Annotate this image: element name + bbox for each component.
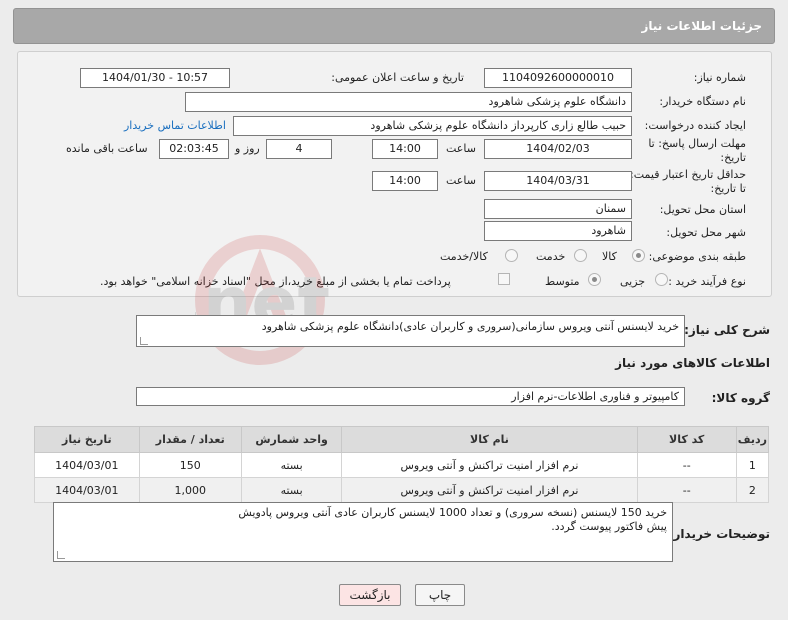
summary-textarea[interactable]: خرید لایسنس آنتی ویروس سازمانی(سروری و ک…	[136, 315, 685, 347]
item-code: --	[636, 452, 737, 478]
time-remaining-field[interactable]: 02:03:45	[159, 139, 229, 159]
item-date: 1404/03/01	[34, 477, 140, 503]
process-option-minor: جزیی	[620, 275, 646, 288]
deadline-date-field[interactable]: 1404/02/03	[484, 139, 632, 159]
col-header-qty: تعداد / مقدار	[138, 426, 242, 453]
price-valid-time-label: ساعت	[446, 174, 476, 187]
col-header-row: ردیف	[735, 426, 770, 453]
time-remaining-label: ساعت باقی مانده	[66, 142, 148, 155]
buyer-notes-line-1: خرید 150 لایسنس (نسخه سروری) و تعداد 100…	[238, 506, 667, 519]
treasury-payment-note: پرداخت تمام یا بخشی از مبلغ خرید،از محل …	[100, 275, 451, 288]
buyer-notes-line-2: پیش فاکتور پیوست گردد.	[551, 520, 667, 533]
city-label: شهر محل تحویل:	[666, 226, 746, 239]
category-label: طبقه بندی موضوعی:	[648, 250, 746, 263]
col-header-date: تاریخ نیاز	[34, 426, 140, 453]
category-option-goods-service: کالا/خدمت	[440, 250, 488, 263]
page-header: جزئیات اطلاعات نیاز	[13, 8, 775, 44]
buyer-org-label: نام دستگاه خریدار:	[659, 95, 746, 108]
deadline-label-1: مهلت ارسال پاسخ: تا	[648, 137, 746, 150]
buyer-notes-label: توضیحات خریدار:	[668, 527, 770, 541]
price-valid-label-2: تا تاریخ:	[710, 182, 746, 195]
buyer-contact-link[interactable]: اطلاعات تماس خریدار	[124, 119, 226, 132]
buyer-notes-resize-handle[interactable]	[57, 551, 65, 559]
goods-table-header: ردیف کد کالا نام کالا واحد شمارش تعداد /…	[34, 426, 770, 453]
category-radio-goods[interactable]	[632, 249, 645, 262]
table-row: 1 -- نرم افزار امنیت تراکنش و آنتی ویروس…	[34, 452, 770, 478]
price-valid-label-1: حداقل تاریخ اعتبار قیمت:	[630, 168, 746, 181]
days-label: روز و	[235, 142, 260, 155]
item-unit: بسته	[240, 477, 343, 503]
treasury-payment-checkbox[interactable]	[498, 273, 510, 285]
summary-label: شرح کلی نیاز:	[684, 323, 770, 337]
need-number-field[interactable]: 1104092600000010	[484, 68, 632, 88]
summary-resize-handle[interactable]	[140, 337, 148, 345]
need-number-label: شماره نیاز:	[693, 71, 746, 84]
item-unit: بسته	[240, 452, 343, 478]
buyer-org-field[interactable]: دانشگاه علوم پزشکی شاهرود	[185, 92, 632, 112]
item-name: نرم افزار امنیت تراکنش و آنتی ویروس	[341, 452, 638, 478]
col-header-code: کد کالا	[636, 426, 737, 453]
city-field[interactable]: شاهرود	[484, 221, 632, 241]
category-radio-service[interactable]	[574, 249, 587, 262]
goods-group-field[interactable]: کامپیوتر و فناوری اطلاعات-نرم افزار	[136, 387, 685, 406]
process-radio-minor[interactable]	[655, 273, 668, 286]
days-remaining-field[interactable]: 4	[266, 139, 332, 159]
deadline-time-label: ساعت	[446, 142, 476, 155]
col-header-unit: واحد شمارش	[240, 426, 343, 453]
row-number: 2	[735, 477, 770, 503]
price-valid-date-field[interactable]: 1404/03/31	[484, 171, 632, 191]
item-date: 1404/03/01	[34, 452, 140, 478]
announce-label: تاریخ و ساعت اعلان عمومی:	[331, 71, 464, 84]
province-field[interactable]: سمنان	[484, 199, 632, 219]
process-option-medium: متوسط	[545, 275, 580, 288]
item-code: --	[636, 477, 737, 503]
print-button[interactable]: چاپ	[415, 584, 465, 606]
province-label: استان محل تحویل:	[659, 203, 746, 216]
item-qty: 1,000	[138, 477, 242, 503]
deadline-label-2: تاریخ:	[720, 151, 746, 164]
requester-field[interactable]: حبیب طالع زاری کارپرداز دانشگاه علوم پزش…	[233, 116, 632, 136]
category-option-goods: کالا	[602, 250, 617, 263]
table-row: 2 -- نرم افزار امنیت تراکنش و آنتی ویروس…	[34, 477, 770, 503]
item-qty: 150	[138, 452, 242, 478]
price-valid-time-field[interactable]: 14:00	[372, 171, 438, 191]
item-name: نرم افزار امنیت تراکنش و آنتی ویروس	[341, 477, 638, 503]
buyer-notes-textarea[interactable]: خرید 150 لایسنس (نسخه سروری) و تعداد 100…	[53, 502, 673, 562]
category-option-service: خدمت	[536, 250, 566, 263]
goods-table: ردیف کد کالا نام کالا واحد شمارش تعداد /…	[34, 426, 770, 503]
deadline-time-field[interactable]: 14:00	[372, 139, 438, 159]
process-label: نوع فرآیند خرید :	[668, 275, 746, 288]
process-radio-medium[interactable]	[588, 273, 601, 286]
back-button[interactable]: بازگشت	[339, 584, 401, 606]
goods-group-label: گروه کالا:	[711, 391, 770, 405]
goods-section-title: اطلاعات کالاهای مورد نیاز	[615, 356, 770, 370]
announce-value: 1404/01/30 - 10:57	[101, 71, 209, 84]
announce-field[interactable]: 1404/01/30 - 10:57	[80, 68, 230, 88]
row-number: 1	[735, 452, 770, 478]
category-radio-goods-service[interactable]	[505, 249, 518, 262]
requester-label: ایجاد کننده درخواست:	[644, 119, 746, 132]
page-title: جزئیات اطلاعات نیاز	[641, 19, 762, 33]
col-header-name: نام کالا	[341, 426, 638, 453]
